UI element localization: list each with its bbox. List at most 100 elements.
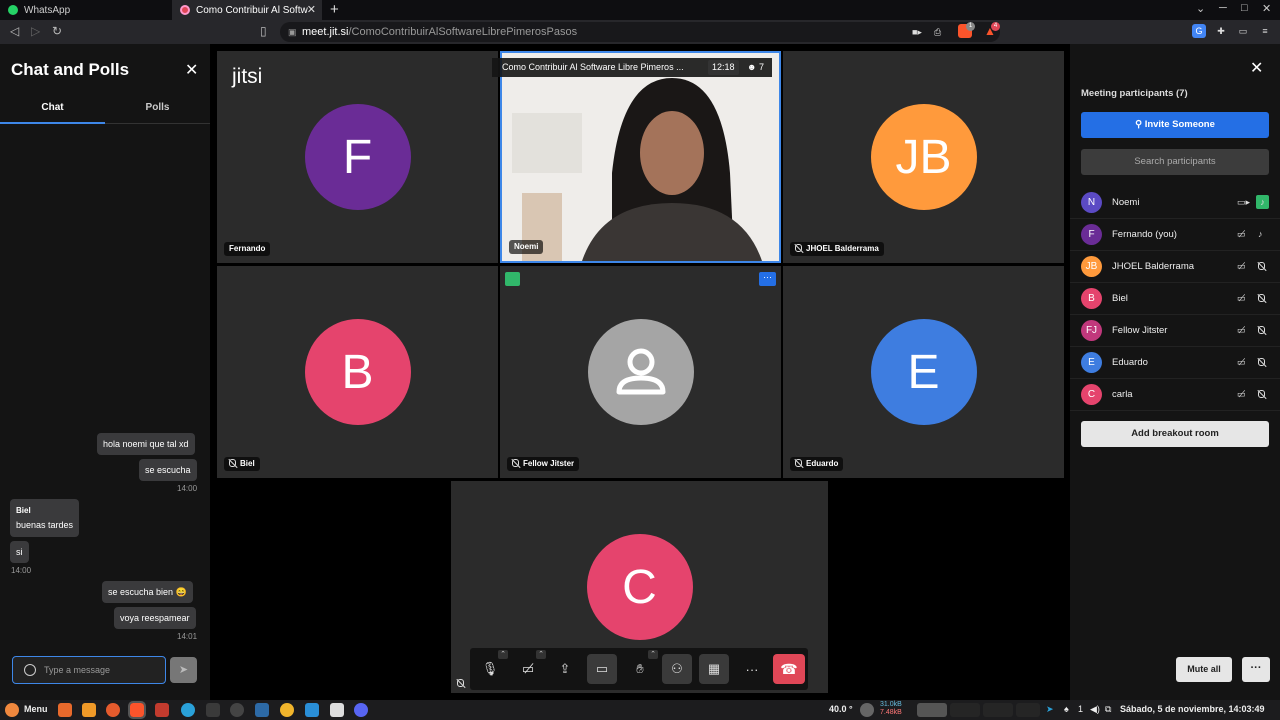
mic-muted-icon	[1258, 389, 1269, 399]
participant-tile-fellow-jitster[interactable]: ··· Fellow Jitster	[500, 266, 781, 478]
extensions-icon[interactable]: ✚	[1214, 24, 1228, 38]
screenshot-icon[interactable]	[305, 703, 319, 717]
add-breakout-room-button[interactable]: Add breakout room	[1081, 421, 1269, 447]
participants-button[interactable]: ⚇	[662, 654, 692, 684]
more-options-icon[interactable]: ···	[759, 272, 776, 286]
brave-icon[interactable]	[128, 701, 146, 719]
more-actions-button[interactable]: ···	[737, 654, 767, 684]
back-icon[interactable]: ◁	[10, 24, 19, 38]
workspace-2[interactable]	[950, 703, 980, 717]
menu-label[interactable]: Menu	[24, 704, 48, 714]
participant-tile-eduardo[interactable]: E Eduardo	[783, 266, 1064, 478]
clock[interactable]: Sábado, 5 de noviembre, 14:03:49	[1120, 704, 1265, 714]
video-frame	[502, 53, 779, 261]
participant-row[interactable]: F Fernando (you) ▭̸ ♪	[1070, 219, 1280, 251]
browser-tab-bar: WhatsApp Como Contribuir Al Software Lib…	[0, 0, 1280, 20]
participant-name: Biel	[224, 457, 260, 471]
menu-icon[interactable]: ≡	[1258, 24, 1272, 38]
address-bar[interactable]: ▣ meet.jit.si/ComoContribuirAlSoftwareLi…	[280, 22, 1000, 42]
close-tab-icon[interactable]: ✕	[307, 3, 316, 16]
forward-icon[interactable]: ▷	[31, 24, 40, 38]
new-tab-button[interactable]: +	[330, 1, 339, 18]
participant-tile-jhoel[interactable]: JB JHOEL Balderrama	[783, 51, 1064, 263]
send-button[interactable]: ➤	[170, 657, 197, 683]
tile-view-button[interactable]: ▦	[699, 654, 729, 684]
participant-tile-biel[interactable]: B Biel	[217, 266, 498, 478]
hangup-button[interactable]: ☎	[773, 654, 805, 684]
telegram-tray-icon[interactable]: ➤	[1046, 704, 1054, 715]
invite-button[interactable]: ⚲ Invite Someone	[1081, 112, 1269, 138]
tab-jitsi-meeting[interactable]: Como Contribuir Al Software Libre Pimero…	[172, 0, 322, 20]
app-icon[interactable]	[155, 703, 169, 717]
network-icon[interactable]: ⧉	[1105, 704, 1111, 715]
firefox-icon[interactable]	[106, 703, 120, 717]
workspace-1[interactable]	[917, 703, 947, 717]
maximize-icon[interactable]: □	[1241, 2, 1248, 14]
tab-list-icon[interactable]: ⌄	[1196, 2, 1205, 15]
chat-message: hola noemi que tal xd	[97, 433, 195, 455]
audio-settings-caret[interactable]: ⌃	[498, 650, 508, 659]
tab-chat[interactable]: Chat	[0, 102, 105, 113]
share-icon[interactable]: ⎙	[934, 22, 941, 42]
close-window-icon[interactable]: ✕	[1262, 2, 1271, 15]
volume-icon[interactable]: ◀)	[1090, 704, 1100, 715]
participants-icon: ⚇	[671, 661, 683, 676]
obs-icon[interactable]	[230, 703, 244, 717]
participant-row-name: JHOEL Balderrama	[1112, 261, 1195, 272]
shields-badge: 1	[966, 22, 975, 31]
close-chat-icon[interactable]: ✕	[185, 60, 198, 80]
participant-row[interactable]: B Biel ▭̸	[1070, 283, 1280, 315]
workspace-4[interactable]	[1016, 703, 1040, 717]
reactions-caret[interactable]: ⌃	[648, 650, 658, 659]
camera-on-icon: ▭▸	[1237, 197, 1251, 207]
minimize-icon[interactable]: ─	[1219, 2, 1227, 14]
participant-row[interactable]: E Eduardo ▭̸	[1070, 347, 1280, 379]
text-editor-icon[interactable]	[330, 703, 344, 717]
start-menu-icon[interactable]	[5, 703, 19, 717]
video-settings-caret[interactable]: ⌃	[536, 650, 546, 659]
files-icon[interactable]	[58, 703, 72, 717]
people-icon: ☻	[747, 62, 759, 72]
hand-icon: ✋︎	[636, 661, 644, 676]
search-participants-input[interactable]: Search participants	[1081, 149, 1269, 175]
mic-muted-icon	[457, 673, 468, 691]
notifications-icon[interactable]: ♠	[1064, 704, 1069, 714]
participant-row[interactable]: FJ Fellow Jitster ▭̸	[1070, 315, 1280, 347]
inkscape-icon[interactable]	[206, 703, 220, 717]
rewards-badge: 4	[991, 22, 1000, 31]
participant-row[interactable]: N Noemi ▭▸ ♪	[1070, 187, 1280, 219]
close-participants-icon[interactable]: ✕	[1250, 58, 1263, 78]
mute-all-button[interactable]: Mute all	[1176, 657, 1232, 682]
folder-icon[interactable]	[82, 703, 96, 717]
telegram-icon[interactable]	[181, 703, 195, 717]
vscode-icon[interactable]	[255, 703, 269, 717]
mic-muted-icon	[229, 459, 236, 467]
temperature: 40.0 °	[829, 704, 853, 714]
translate-icon[interactable]: G	[1192, 24, 1206, 38]
participant-tile-noemi[interactable]: Noemi	[500, 51, 781, 263]
app-icon[interactable]	[280, 703, 294, 717]
url-path: /ComoContribuirAlSoftwareLibrePimerosPas…	[348, 26, 578, 38]
mic-muted-icon	[512, 459, 519, 467]
emoji-icon[interactable]	[24, 664, 36, 676]
share-screen-button[interactable]: ⇪	[550, 654, 580, 684]
participant-row[interactable]: C carla ▭̸	[1070, 379, 1280, 411]
bookmark-icon[interactable]: ▯	[260, 24, 267, 38]
phone-hangup-icon: ☎	[780, 661, 798, 677]
cpu-fan-icon	[860, 703, 874, 717]
more-moderation-button[interactable]: ···	[1242, 657, 1270, 682]
discord-icon[interactable]	[354, 703, 368, 717]
tab-label: WhatsApp	[24, 4, 71, 16]
workspace-3[interactable]	[983, 703, 1013, 717]
participant-tile-fernando[interactable]: jitsi F Fernando	[217, 51, 498, 263]
wallet-icon[interactable]: ▭	[1236, 24, 1250, 38]
tab-label: Como Contribuir Al Software Libre Pimero…	[196, 4, 308, 16]
tab-whatsapp[interactable]: WhatsApp	[0, 0, 162, 20]
message-input[interactable]: Type a message	[12, 656, 166, 684]
chat-panel: Chat and Polls ✕ Chat Polls hola noemi q…	[0, 44, 210, 700]
tab-polls[interactable]: Polls	[105, 102, 210, 113]
chat-button[interactable]: ▭	[587, 654, 617, 684]
message-text: buenas tardes	[16, 520, 74, 530]
reload-icon[interactable]: ↻	[52, 24, 62, 38]
participant-row[interactable]: JB JHOEL Balderrama ▭̸	[1070, 251, 1280, 283]
